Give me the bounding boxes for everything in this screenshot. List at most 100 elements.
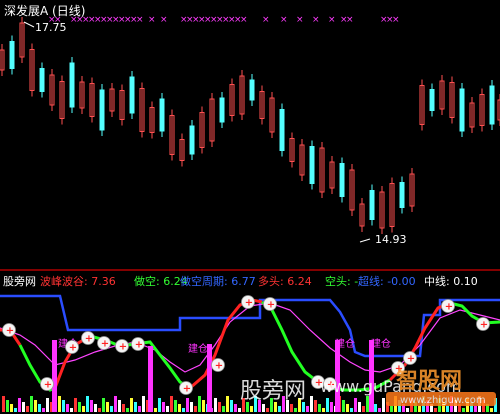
legend-item-long: 多头: 6.24 [258, 274, 312, 288]
histogram-bar [102, 398, 105, 412]
histogram-bar [6, 400, 9, 412]
chart-stage: ×× ×××××××××××× × × ××××××××××× × × × × × ×× ××× 深发… [0, 0, 500, 412]
histogram-bar [118, 400, 121, 412]
histogram-bar [230, 400, 233, 412]
candle-body [339, 163, 345, 197]
candle-body [249, 79, 255, 101]
histogram-bar [110, 406, 113, 412]
marker-plus-icon: + [407, 354, 415, 365]
histogram-bar [130, 398, 133, 412]
histogram-bar [190, 402, 193, 412]
histogram-bar [490, 408, 493, 412]
candle-body [309, 146, 315, 184]
buy-bar [52, 340, 57, 412]
histogram-bar [38, 404, 41, 412]
histogram-bar [58, 396, 61, 412]
histogram-bar [434, 408, 437, 412]
histogram-bar [234, 404, 237, 412]
histogram-bar [226, 396, 229, 412]
candle-body [69, 62, 75, 108]
signal-x-marker: × [392, 15, 400, 25]
buy-bar [335, 340, 340, 412]
histogram-bar [294, 408, 297, 412]
marker-plus-icon: + [85, 334, 93, 345]
histogram-bar [198, 396, 201, 412]
histogram-bar [462, 408, 465, 412]
mid-line [0, 302, 500, 373]
histogram-bar [318, 404, 321, 412]
histogram-bar [170, 396, 173, 412]
candle-body [99, 89, 105, 131]
signal-x-marker: × [160, 15, 168, 25]
histogram-bar [418, 406, 421, 412]
marker-plus-icon: + [6, 326, 14, 337]
histogram-bar [42, 408, 45, 412]
histogram-bar [126, 408, 129, 412]
histogram-bar [374, 404, 377, 412]
histogram-bar [350, 408, 353, 412]
histogram-bar [62, 400, 65, 412]
histogram-bar [446, 406, 449, 412]
marker-plus-icon: + [245, 298, 253, 309]
candle-body [9, 41, 15, 69]
marker-plus-icon: + [267, 300, 275, 311]
histogram-bar [218, 402, 221, 412]
histogram-bar [22, 402, 25, 412]
histogram-bar [362, 406, 365, 412]
histogram-bar [94, 404, 97, 412]
high-price-label: 17.75 [35, 21, 67, 34]
marker-plus-icon: + [445, 302, 453, 313]
marker-plus-icon: + [135, 340, 143, 351]
histogram-bar [82, 406, 85, 412]
legend-item-wave: 波峰波谷: 7.36 [40, 275, 116, 288]
histogram-bar [66, 404, 69, 412]
histogram-bar [182, 408, 185, 412]
signal-x-marker: × [280, 15, 288, 25]
histogram-bar [266, 408, 269, 412]
watermark-text: 股旁网 [240, 379, 306, 404]
histogram-bar [238, 408, 241, 412]
histogram-bar [366, 396, 369, 412]
signal-x-marker: × [240, 15, 248, 25]
legend-item-over: 超线: -0.00 [358, 274, 416, 288]
candle-body [369, 190, 375, 220]
stock-title: 深发展A (日线) [4, 3, 85, 18]
histogram-bar [46, 398, 49, 412]
histogram-bar [346, 404, 349, 412]
legend-item-mid: 中线: 0.10 [424, 274, 478, 288]
histogram-bar [142, 396, 145, 412]
signal-x-marker: × [262, 15, 270, 25]
signal-x-marker: × [328, 15, 336, 25]
signal-x-marker: × [148, 15, 156, 25]
histogram-bar [194, 406, 197, 412]
buy-bar [148, 346, 153, 412]
histogram-bar [70, 408, 73, 412]
histogram-bar [186, 398, 189, 412]
histogram-bar [310, 396, 313, 412]
marker-plus-icon: + [480, 320, 488, 331]
histogram-bar [86, 396, 89, 412]
histogram-bar [30, 396, 33, 412]
wave-line-green-4 [449, 301, 500, 325]
signal-x-marker: × [136, 15, 144, 25]
histogram-bar [262, 404, 265, 412]
histogram-bar [106, 402, 109, 412]
histogram-bar [406, 408, 409, 412]
candle-body [39, 68, 45, 92]
histogram-bar [250, 406, 253, 412]
histogram-bar [214, 398, 217, 412]
legend-item-bear: 空头: - [325, 274, 358, 288]
histogram-bar [2, 396, 5, 412]
marker-plus-icon: + [215, 361, 223, 372]
histogram-bar [138, 406, 141, 412]
histogram-bar [18, 398, 21, 412]
histogram-bar [474, 406, 477, 412]
histogram-bar [382, 398, 385, 412]
buy-label: 建仓 [335, 337, 355, 350]
marker-plus-icon: + [44, 380, 52, 391]
histogram-bar [98, 408, 101, 412]
buy-label: 建仓 [371, 337, 391, 350]
candle-body [219, 97, 225, 123]
indicator-panel: 股旁网 波峰波谷: 7.36 做空: 6.24 做空周期: 6.77 多头: 6… [0, 274, 500, 412]
histogram-bar [154, 408, 157, 412]
